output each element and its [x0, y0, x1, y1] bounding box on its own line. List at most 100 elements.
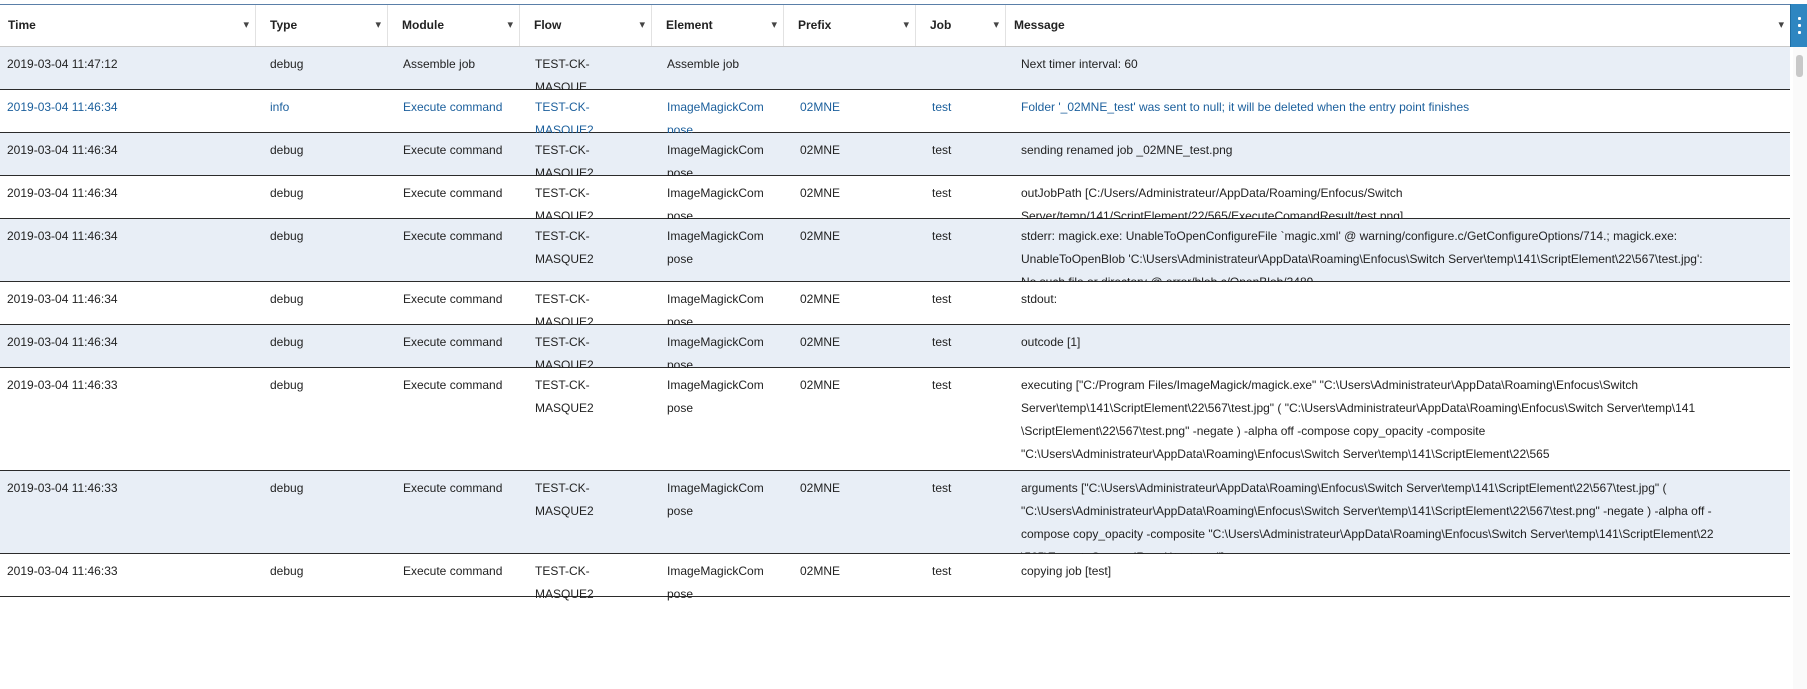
cell-message: sending renamed job _02MNE_test.png — [1021, 143, 1233, 157]
cell-element: ImageMagickCom pose — [667, 378, 764, 415]
cell-prefix: 02MNE — [800, 229, 841, 243]
cell-time: 2019-03-04 11:46:33 — [7, 564, 118, 578]
cell-time: 2019-03-04 11:46:33 — [7, 378, 118, 392]
cell-type: debug — [270, 292, 304, 306]
chevron-down-icon[interactable]: ▾ — [1778, 5, 1784, 46]
column-header-label: Job — [930, 18, 952, 32]
log-row[interactable]: 2019-03-04 11:46:33 debug Execute comman… — [0, 471, 1790, 564]
log-row[interactable]: 2019-03-04 11:46:34 debug Execute comman… — [0, 133, 1790, 180]
cell-module: Execute command — [403, 335, 503, 349]
cell-prefix: 02MNE — [800, 335, 841, 349]
cell-job: test — [932, 378, 952, 392]
log-row[interactable]: 2019-03-04 11:46:34 debug Execute comman… — [0, 176, 1790, 223]
vertical-scrollbar[interactable] — [1793, 47, 1807, 689]
cell-module: Execute command — [403, 186, 503, 200]
column-header-label: Message — [1014, 18, 1065, 32]
cell-time: 2019-03-04 11:46:33 — [7, 481, 118, 495]
chevron-down-icon[interactable]: ▾ — [243, 5, 249, 46]
cell-time: 2019-03-04 11:46:34 — [7, 292, 118, 306]
cell-type: debug — [270, 186, 304, 200]
cell-type: debug — [270, 57, 304, 71]
more-vertical-icon — [1798, 17, 1801, 34]
log-row[interactable]: 2019-03-04 11:46:34 debug Execute comman… — [0, 219, 1790, 289]
cell-message: outcode [1] — [1021, 335, 1081, 349]
column-header-label: Time — [8, 18, 36, 32]
cell-type: debug — [270, 229, 304, 243]
cell-job: test — [932, 143, 952, 157]
cell-module: Execute command — [403, 229, 503, 243]
cell-module: Execute command — [403, 143, 503, 157]
cell-module: Execute command — [403, 564, 503, 578]
cell-message: Folder '_02MNE_test' was sent to null; i… — [1021, 100, 1470, 114]
column-header-module[interactable]: Module ▾ — [394, 5, 520, 46]
cell-type: info — [270, 100, 290, 114]
cell-type: debug — [270, 481, 304, 495]
cell-job: test — [932, 292, 952, 306]
chevron-down-icon[interactable]: ▾ — [771, 5, 777, 46]
column-header-row: Time ▾ Type ▾ Module ▾ Flow ▾ Element ▾ … — [0, 4, 1790, 47]
column-header-label: Element — [666, 18, 713, 32]
cell-job: test — [932, 229, 952, 243]
cell-module: Execute command — [403, 481, 503, 495]
column-header-label: Prefix — [798, 18, 832, 32]
cell-prefix: 02MNE — [800, 564, 841, 578]
cell-element: ImageMagickCom pose — [667, 564, 764, 601]
column-header-label: Flow — [534, 18, 562, 32]
cell-job: test — [932, 335, 952, 349]
log-row[interactable]: 2019-03-04 11:46:34 info Execute command… — [0, 90, 1790, 137]
column-header-job[interactable]: Job ▾ — [922, 5, 1006, 46]
cell-prefix: 02MNE — [800, 186, 841, 200]
chevron-down-icon[interactable]: ▾ — [639, 5, 645, 46]
cell-prefix: 02MNE — [800, 100, 841, 114]
column-header-message[interactable]: Message ▾ — [1006, 5, 1790, 46]
cell-type: debug — [270, 143, 304, 157]
column-header-time[interactable]: Time ▾ — [0, 5, 256, 46]
cell-job: test — [932, 100, 952, 114]
cell-flow: TEST-CK- MASQUE2 — [535, 229, 594, 266]
cell-time: 2019-03-04 11:46:34 — [7, 229, 118, 243]
cell-time: 2019-03-04 11:47:12 — [7, 57, 118, 71]
cell-time: 2019-03-04 11:46:34 — [7, 186, 118, 200]
cell-prefix: 02MNE — [800, 143, 841, 157]
column-header-prefix[interactable]: Prefix ▾ — [790, 5, 916, 46]
cell-module: Execute command — [403, 100, 503, 114]
chevron-down-icon[interactable]: ▾ — [507, 5, 513, 46]
cell-module: Execute command — [403, 292, 503, 306]
log-row[interactable]: 2019-03-04 11:46:33 debug Execute comman… — [0, 368, 1790, 484]
cell-type: debug — [270, 335, 304, 349]
column-header-element[interactable]: Element ▾ — [658, 5, 784, 46]
cell-element: Assemble job — [667, 57, 740, 71]
column-menu-button[interactable] — [1790, 4, 1807, 47]
cell-prefix: 02MNE — [800, 481, 841, 495]
column-header-label: Type — [270, 18, 298, 32]
log-row[interactable]: 2019-03-04 11:46:33 debug Execute comman… — [0, 554, 1790, 601]
cell-flow: TEST-CK- MASQUE2 — [535, 378, 594, 415]
cell-type: debug — [270, 564, 304, 578]
cell-time: 2019-03-04 11:46:34 — [7, 100, 118, 114]
column-header-flow[interactable]: Flow ▾ — [526, 5, 652, 46]
cell-flow: TEST-CK- MASQUE2 — [535, 564, 594, 601]
cell-job: test — [932, 481, 952, 495]
cell-time: 2019-03-04 11:46:34 — [7, 335, 118, 349]
log-row[interactable]: 2019-03-04 11:47:12 debug Assemble job T… — [0, 47, 1790, 94]
chevron-down-icon[interactable]: ▾ — [903, 5, 909, 46]
chevron-down-icon[interactable]: ▾ — [375, 5, 381, 46]
column-header-type[interactable]: Type ▾ — [262, 5, 388, 46]
cell-job: test — [932, 564, 952, 578]
cell-flow: TEST-CK- MASQUE2 — [535, 481, 594, 518]
cell-element: ImageMagickCom pose — [667, 229, 764, 266]
log-row[interactable]: 2019-03-04 11:46:34 debug Execute comman… — [0, 282, 1790, 329]
cell-job: test — [932, 186, 952, 200]
cell-module: Execute command — [403, 378, 503, 392]
chevron-down-icon[interactable]: ▾ — [993, 5, 999, 46]
cell-message: stdout: — [1021, 292, 1058, 306]
column-header-label: Module — [402, 18, 444, 32]
message-log-view: Time ▾ Type ▾ Module ▾ Flow ▾ Element ▾ … — [0, 0, 1807, 689]
cell-element: ImageMagickCom pose — [667, 481, 764, 518]
cell-module: Assemble job — [403, 57, 476, 71]
cell-type: debug — [270, 378, 304, 392]
cell-message: copying job [test] — [1021, 564, 1112, 578]
cell-message: Next timer interval: 60 — [1021, 57, 1138, 71]
scrollbar-thumb[interactable] — [1796, 55, 1803, 77]
log-row[interactable]: 2019-03-04 11:46:34 debug Execute comman… — [0, 325, 1790, 372]
